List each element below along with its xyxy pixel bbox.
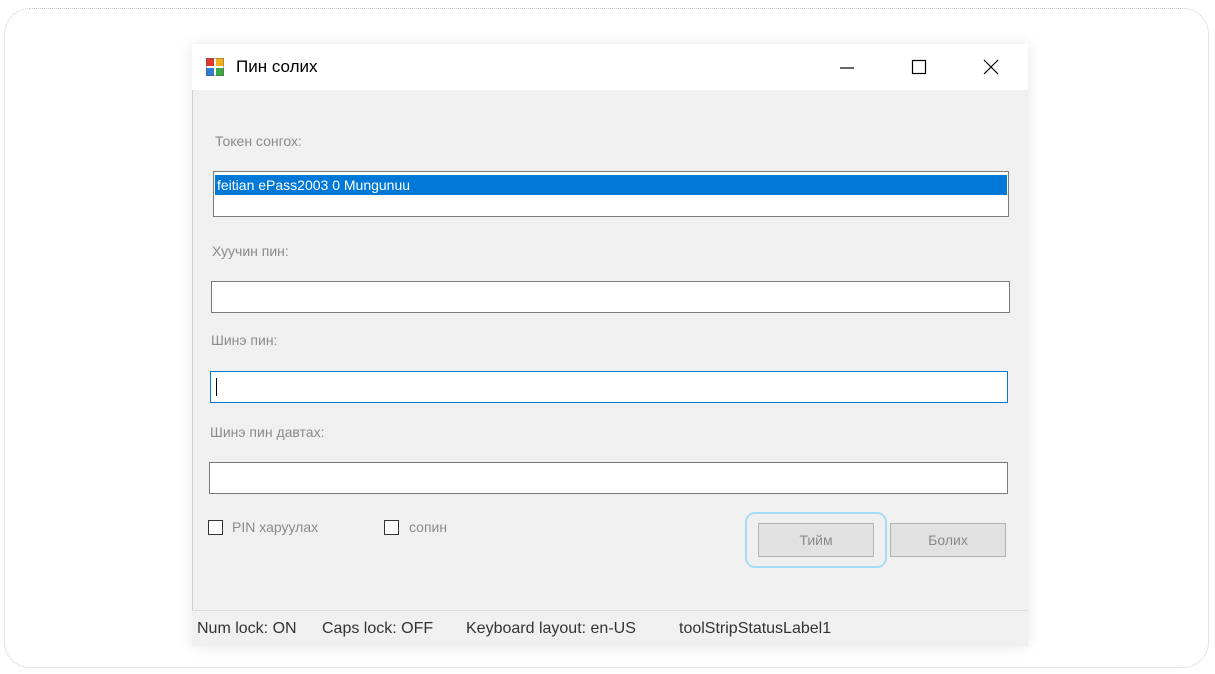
title-bar[interactable]: Пин солих xyxy=(192,44,1028,90)
status-bar: Num lock: ON Caps lock: OFF Keyboard lay… xyxy=(192,610,1028,646)
show-pin-checkbox[interactable] xyxy=(208,520,223,535)
maximize-button[interactable] xyxy=(886,44,952,90)
close-button[interactable] xyxy=(958,44,1024,90)
minimize-icon xyxy=(840,67,854,69)
close-icon xyxy=(983,59,999,75)
repeat-pin-input[interactable] xyxy=(209,462,1008,494)
window-title: Пин солих xyxy=(236,57,318,76)
caps-lock-status: Caps lock: OFF xyxy=(322,620,434,637)
keyboard-layout-status: Keyboard layout: en-US xyxy=(466,620,636,637)
app-icon xyxy=(206,58,224,76)
show-pin-checkbox-label[interactable]: PIN харуулах xyxy=(232,519,318,535)
tool-strip-status-label: toolStripStatusLabel1 xyxy=(679,620,832,637)
new-pin-label: Шинэ пин: xyxy=(211,332,278,348)
pin-change-dialog: Пин солих Токен сонгох: feitian ePass200… xyxy=(192,44,1028,646)
text-caret xyxy=(216,378,217,396)
minimize-button[interactable] xyxy=(814,44,880,90)
old-pin-input[interactable] xyxy=(211,281,1010,313)
left-border xyxy=(192,90,193,610)
sopin-checkbox-label[interactable]: сопин xyxy=(409,519,447,535)
ok-button[interactable]: Тийм xyxy=(758,523,874,557)
token-label: Токен сонгох: xyxy=(215,133,302,149)
num-lock-status: Num lock: ON xyxy=(197,620,297,637)
token-listbox[interactable]: feitian ePass2003 0 Mungunuu xyxy=(213,171,1009,217)
cancel-button[interactable]: Болих xyxy=(890,523,1006,557)
old-pin-label: Хуучин пин: xyxy=(212,243,289,259)
token-list-item[interactable]: feitian ePass2003 0 Mungunuu xyxy=(215,175,1007,195)
sopin-checkbox[interactable] xyxy=(384,520,399,535)
repeat-pin-label: Шинэ пин давтах: xyxy=(210,424,325,440)
maximize-icon xyxy=(911,59,927,75)
new-pin-input[interactable] xyxy=(210,371,1008,403)
